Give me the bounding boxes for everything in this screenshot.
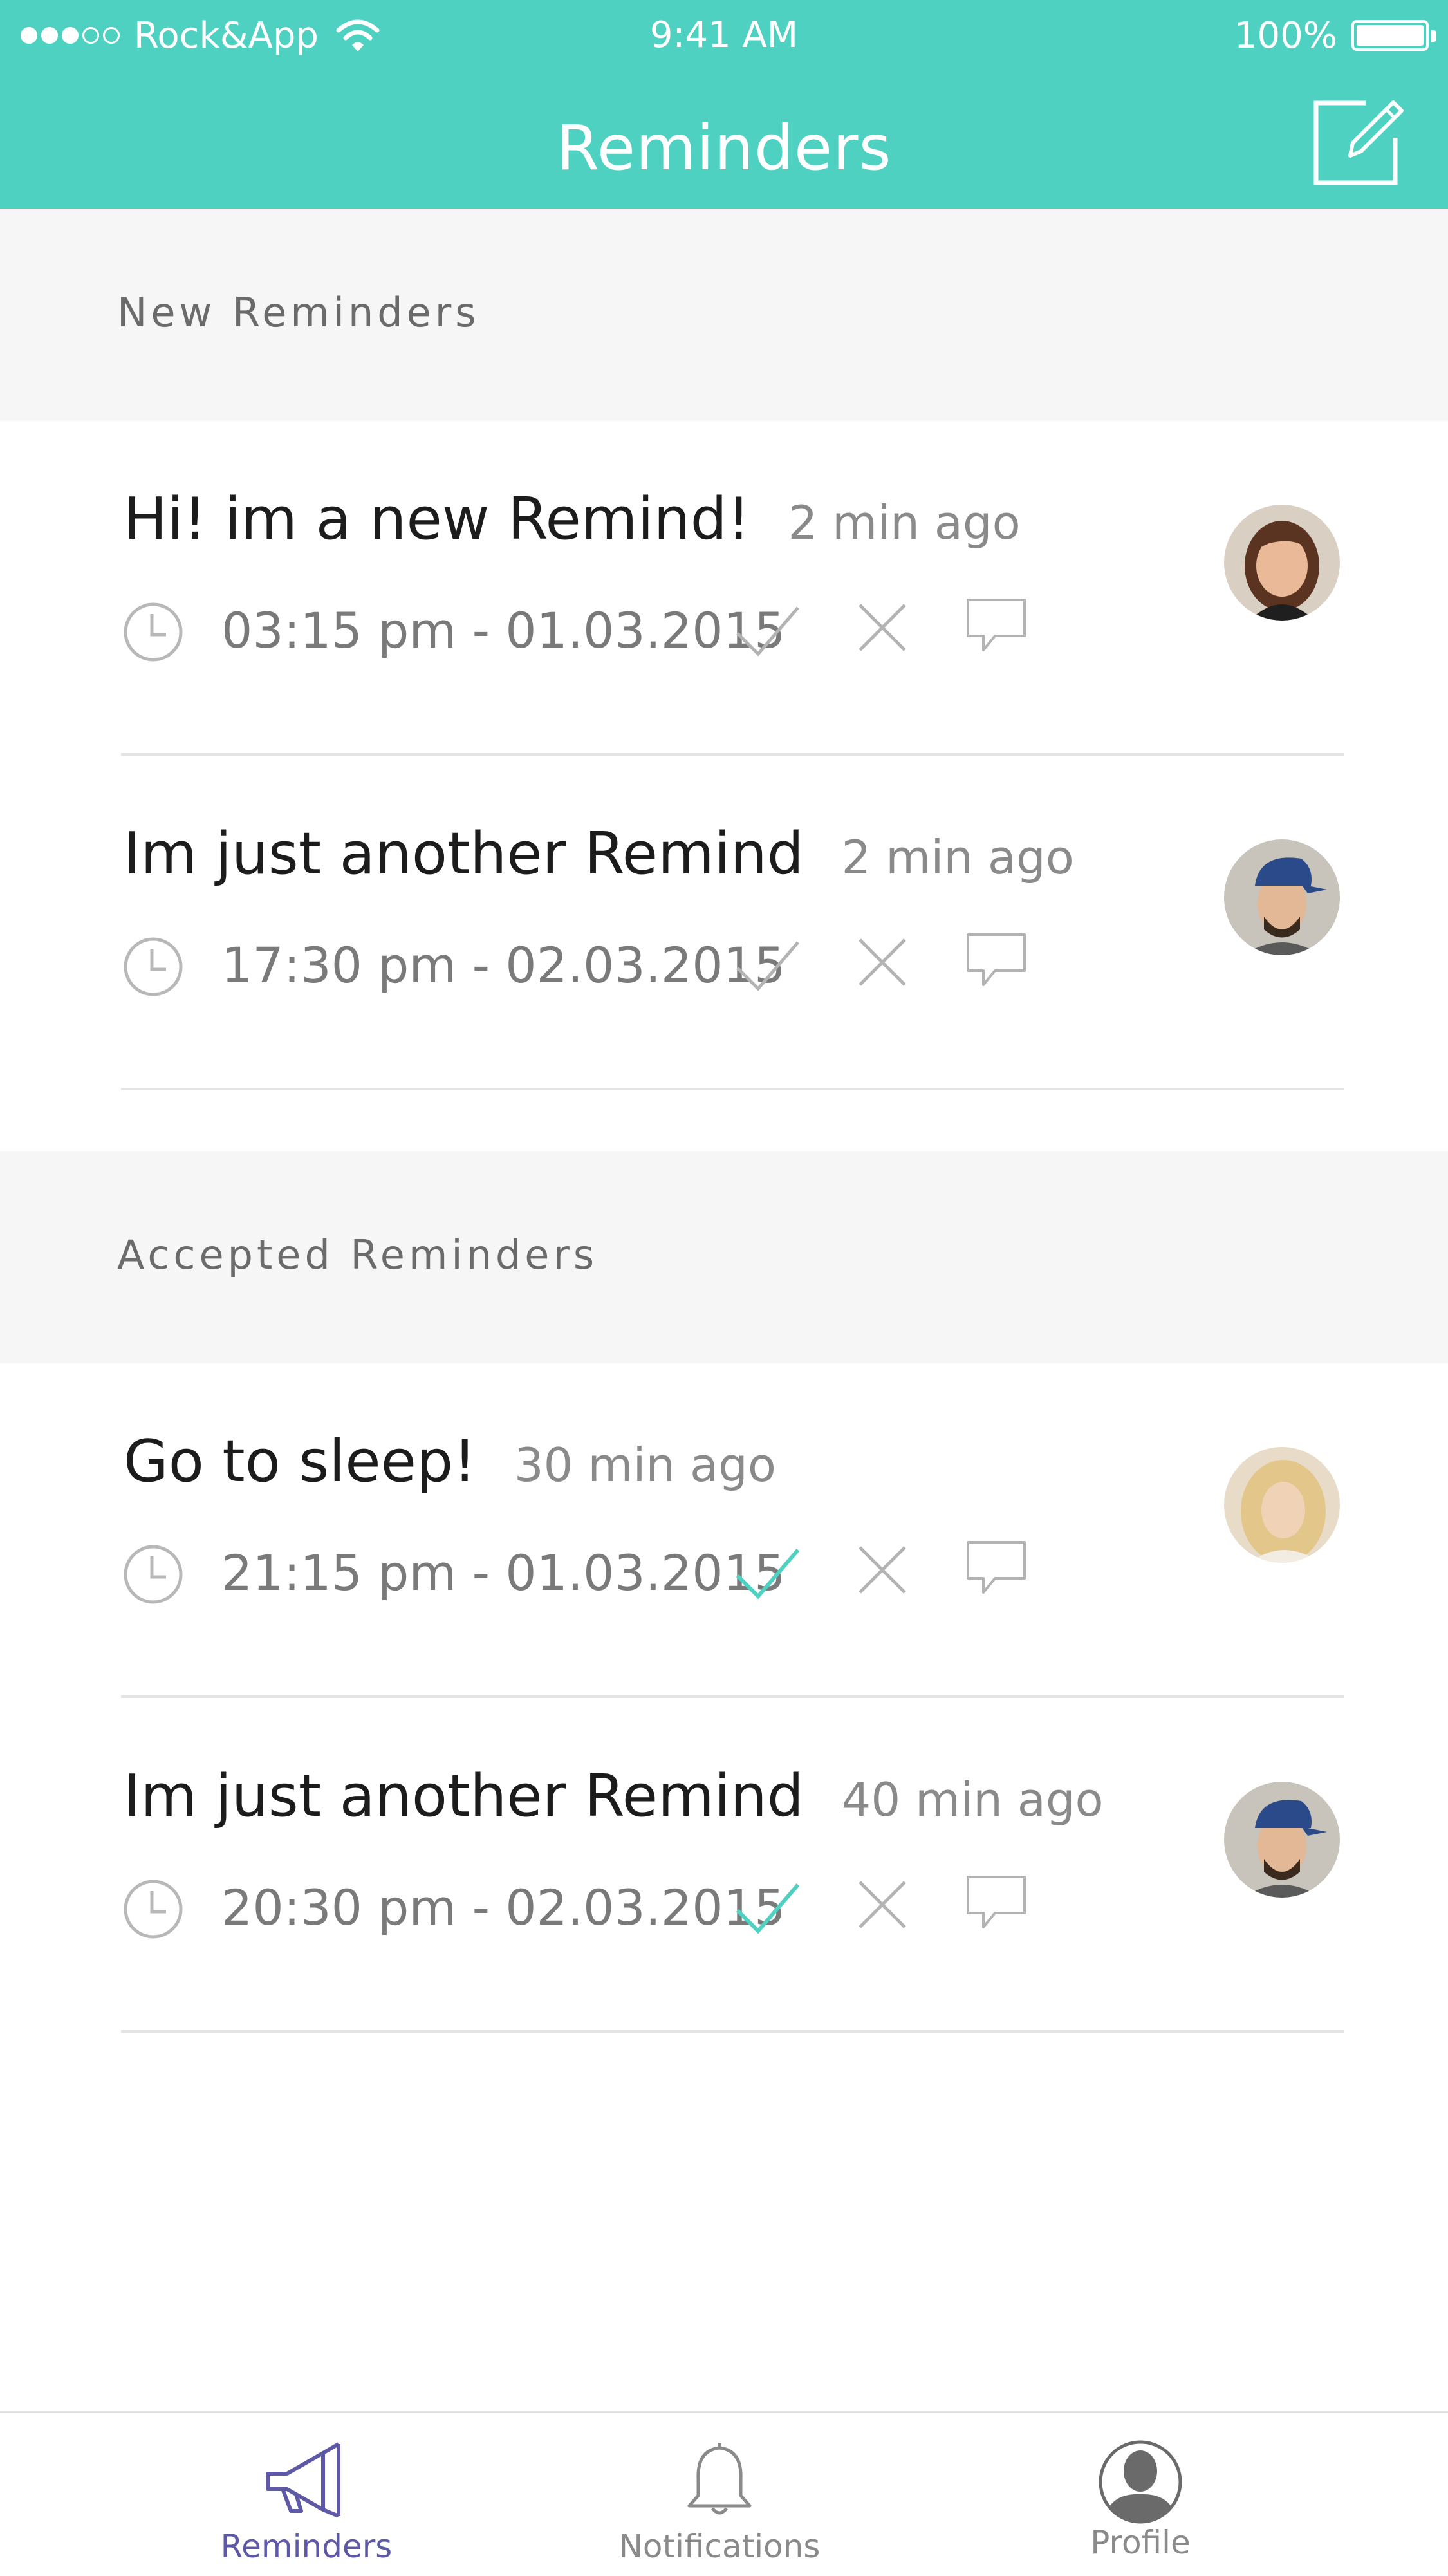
page-title: Reminders — [556, 112, 892, 184]
reminder-time-ago: 40 min ago — [841, 1773, 1104, 1827]
reminder-time-ago: 2 min ago — [841, 830, 1074, 884]
battery-icon — [1351, 20, 1436, 51]
accept-check-icon[interactable] — [734, 1880, 802, 1937]
clock-icon — [124, 1545, 183, 1604]
accept-check-icon[interactable] — [734, 937, 802, 995]
reminder-item[interactable]: Im just another Remind 2 min ago 17:30 p… — [0, 781, 1448, 1116]
clock-icon — [124, 1880, 183, 1939]
compose-icon[interactable] — [1313, 91, 1409, 188]
reminder-title: Hi! im a new Remind! — [124, 485, 750, 553]
reject-x-icon[interactable] — [856, 1544, 909, 1596]
avatar — [1224, 505, 1340, 621]
reminder-item[interactable]: Hi! im a new Remind! 2 min ago 03:15 pm … — [0, 447, 1448, 781]
reminder-title-line: Im just another Remind 2 min ago — [124, 820, 1074, 888]
reminder-time-ago: 30 min ago — [514, 1438, 776, 1492]
accept-check-icon[interactable] — [734, 1545, 802, 1603]
tab-label: Profile — [1090, 2524, 1191, 2561]
tab-notifications[interactable]: Notifications — [591, 2413, 848, 2576]
reminder-title: Im just another Remind — [124, 820, 804, 888]
section-label: New Reminders — [117, 289, 480, 336]
reminder-item[interactable]: Im just another Remind 40 min ago 20:30 … — [0, 1724, 1448, 2058]
battery-percent: 100% — [1234, 14, 1337, 57]
reminder-title-line: Go to sleep! 30 min ago — [124, 1428, 776, 1495]
comment-icon[interactable] — [965, 1538, 1027, 1596]
status-right: 100% — [1234, 13, 1436, 58]
section-header-accepted: Accepted Reminders — [0, 1151, 1448, 1363]
comment-icon[interactable] — [965, 596, 1027, 654]
app-screen: Rock&App 9:41 AM 100% Reminders New Remi… — [0, 0, 1448, 2576]
reminder-title: Im just another Remind — [124, 1762, 804, 1830]
bell-icon — [687, 2443, 752, 2515]
tab-label: Notifications — [618, 2528, 821, 2565]
reminder-datetime: 03:15 pm - 01.03.2015 — [221, 602, 786, 659]
tab-profile[interactable]: Profile — [1012, 2413, 1269, 2576]
reminder-title-line: Im just another Remind 40 min ago — [124, 1762, 1104, 1830]
reminder-datetime: 17:30 pm - 02.03.2015 — [221, 937, 786, 994]
profile-icon — [1099, 2440, 1182, 2524]
clock-icon — [124, 937, 183, 996]
section-label: Accepted Reminders — [117, 1231, 599, 1278]
reminder-datetime: 21:15 pm - 01.03.2015 — [221, 1544, 786, 1601]
reminder-time-ago: 2 min ago — [788, 496, 1021, 550]
tab-reminders[interactable]: Reminders — [178, 2413, 435, 2576]
avatar — [1224, 1782, 1340, 1898]
section-header-new: New Reminders — [0, 209, 1448, 421]
reject-x-icon[interactable] — [856, 601, 909, 654]
divider — [121, 1695, 1344, 1698]
megaphone-icon — [266, 2442, 340, 2517]
accept-check-icon[interactable] — [734, 602, 802, 660]
nav-header: Rock&App 9:41 AM 100% Reminders — [0, 0, 1448, 209]
avatar — [1224, 839, 1340, 955]
divider — [121, 2030, 1344, 2033]
reminder-datetime: 20:30 pm - 02.03.2015 — [221, 1879, 786, 1936]
reminder-title: Go to sleep! — [124, 1428, 477, 1495]
status-time: 9:41 AM — [649, 14, 799, 56]
tab-label: Reminders — [220, 2528, 393, 2565]
comment-icon[interactable] — [965, 931, 1027, 989]
comment-icon[interactable] — [965, 1873, 1027, 1931]
avatar — [1224, 1447, 1340, 1563]
divider — [121, 753, 1344, 756]
reminder-title-line: Hi! im a new Remind! 2 min ago — [124, 485, 1021, 553]
clock-icon — [124, 602, 183, 662]
divider — [121, 1088, 1344, 1090]
reminder-item[interactable]: Go to sleep! 30 min ago 21:15 pm - 01.03… — [0, 1389, 1448, 1724]
reject-x-icon[interactable] — [856, 1878, 909, 1931]
reject-x-icon[interactable] — [856, 936, 909, 989]
tab-bar: Reminders Notifications Profile — [0, 2411, 1448, 2576]
